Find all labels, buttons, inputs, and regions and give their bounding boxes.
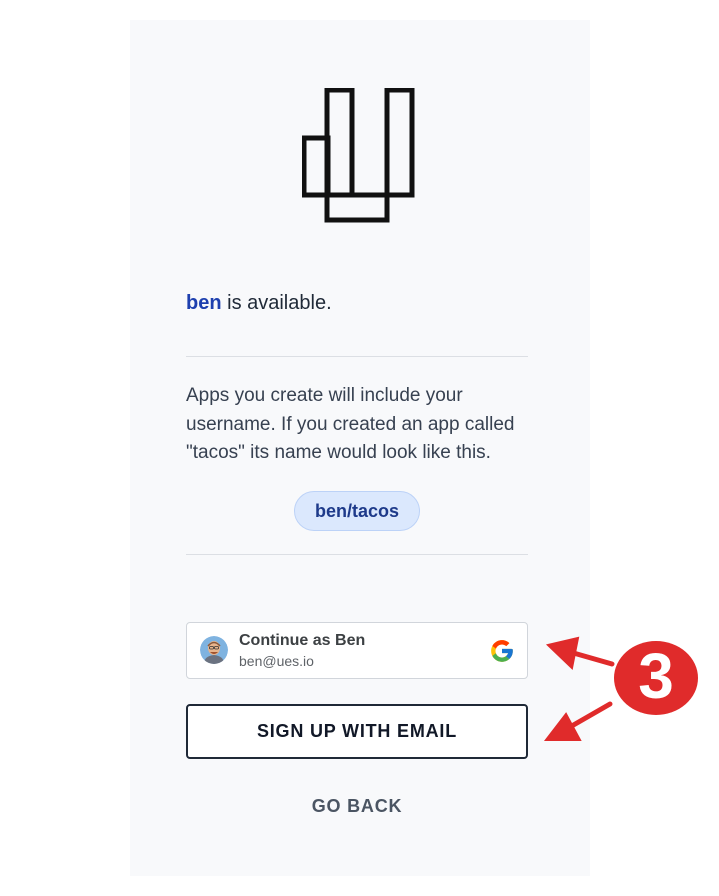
arrow-to-google-button bbox=[567, 649, 615, 667]
arrow-to-email-button bbox=[567, 701, 613, 730]
arrow-head-google bbox=[545, 636, 580, 670]
step-number-badge: 3 bbox=[614, 641, 698, 715]
page: ben is available. Apps you create will i… bbox=[0, 0, 719, 896]
step-number: 3 bbox=[638, 640, 674, 712]
annotation-arrows bbox=[543, 636, 615, 741]
